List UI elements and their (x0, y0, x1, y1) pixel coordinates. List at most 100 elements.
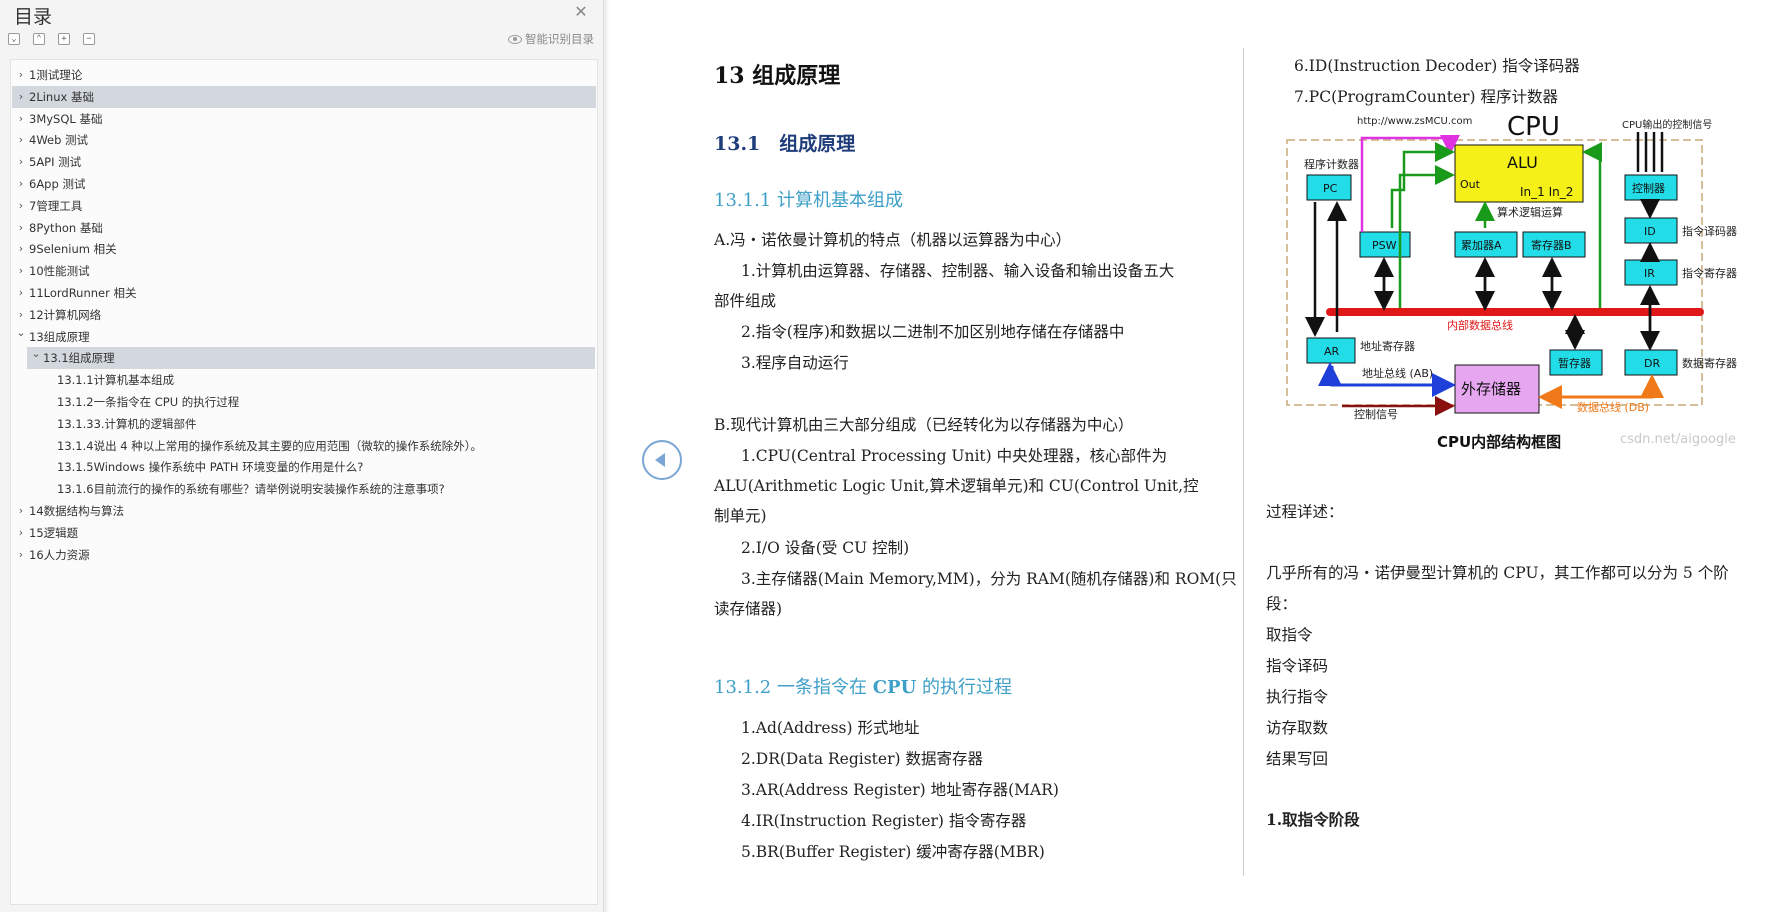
expand-all-icon[interactable]: ⌄ (8, 33, 20, 45)
heading-13-1-2-prefix: 13.1.2 一条指令在 (714, 677, 873, 698)
chevron-down-icon[interactable]: ⌄ (29, 347, 43, 369)
toc-item-label: 7管理工具 (29, 198, 83, 213)
toc-item[interactable]: › 2Linux 基础 (12, 85, 596, 108)
register-b-text: 寄存器B (1531, 238, 1572, 252)
remove-bookmark-icon[interactable]: − (83, 33, 95, 45)
add-bookmark-icon[interactable]: + (58, 33, 70, 45)
diagram-url: http://www.zsMCU.com (1357, 116, 1472, 127)
toc-item-label: 13组成原理 (29, 329, 90, 344)
toc-item[interactable]: › 4Web 测试 (12, 129, 596, 151)
toc-item-label: 15逻辑题 (29, 525, 79, 540)
toc-item[interactable]: › 5API 测试 (12, 151, 596, 173)
toc-item-label: 13.1.4说出 4 种以上常用的操作系统及其主要的应用范围（微软的操作系统除外… (57, 438, 482, 453)
diagram-pc-label: 程序计数器 (1304, 157, 1359, 171)
toc-item[interactable]: 13.1.2一条指令在 CPU 的执行过程 (12, 391, 596, 413)
register-item-7: 7.PC(ProgramCounter) 程序计数器 (1294, 88, 1559, 106)
process-title: 过程详述： (1266, 503, 1344, 521)
chevron-right-icon[interactable]: › (14, 173, 28, 195)
chevron-right-icon[interactable]: › (14, 129, 28, 151)
toc-item-label: 16人力资源 (29, 547, 90, 562)
alu-text: ALU (1507, 153, 1538, 172)
toc-item[interactable]: 13.1.4说出 4 种以上常用的操作系统及其主要的应用范围（微软的操作系统除外… (12, 435, 596, 457)
internal-bus-label: 内部数据总线 (1447, 318, 1513, 332)
smart-toc-button[interactable]: 智能识别目录 (508, 31, 594, 47)
chevron-right-icon[interactable]: › (14, 151, 28, 173)
chevron-right-icon[interactable]: › (14, 195, 28, 217)
toc-item[interactable]: › 10性能测试 (12, 260, 596, 282)
toc-item[interactable]: › 15逻辑题 (12, 522, 596, 544)
chevron-right-icon[interactable]: › (14, 282, 28, 304)
toc-item[interactable]: › 8Python 基础 (12, 217, 596, 239)
chevron-down-icon[interactable]: ⌄ (14, 326, 28, 348)
chevron-right-icon[interactable]: › (14, 217, 28, 239)
temp-register-text: 暂存器 (1558, 356, 1591, 370)
chevron-right-icon[interactable]: › (14, 86, 28, 108)
toc-item[interactable]: 13.1.6目前流行的操作的系统有哪些？请举例说明安装操作系统的注意事项? (12, 478, 596, 500)
toc-tree: › 1测试理论 › 2Linux 基础 › 3MySQL 基础 › 4Web 测试 › 5API … (10, 59, 598, 905)
process-paragraph: 几乎所有的冯・诺伊曼型计算机的 CPU，其工作都可以分为 5 个阶 (1266, 564, 1729, 582)
diagram-caption: CPU内部结构框图 (1437, 433, 1561, 451)
page-shadow (604, 0, 610, 912)
toc-item[interactable]: › 14数据结构与算法 (12, 500, 596, 522)
column-divider (1243, 48, 1244, 876)
toc-header: 目录 ✕ ⌄ ⌃ + − 智能识别目录 (0, 0, 604, 56)
psw-text: PSW (1372, 239, 1397, 252)
id-text: ID (1644, 225, 1656, 238)
toc-item-label: 13.1.33.计算机的逻辑部件 (57, 416, 197, 431)
toc-title: 目录 (14, 6, 53, 28)
heading-13-1-2-cpu: CPU (872, 677, 917, 698)
register-item-6: 6.ID(Instruction Decoder) 指令译码器 (1294, 57, 1580, 75)
toc-item-label: 5API 测试 (29, 155, 82, 170)
toc-item-label: 13.1组成原理 (43, 351, 115, 366)
chevron-right-icon[interactable]: › (14, 260, 28, 282)
chevron-right-icon[interactable]: › (14, 238, 28, 260)
ar-label: 地址寄存器 (1360, 339, 1415, 353)
control-output-lines (1636, 132, 1664, 172)
toc-item[interactable]: › 11LordRunner 相关 (12, 282, 596, 304)
chevron-right-icon[interactable]: › (14, 500, 28, 522)
control-signal-label: 控制信号 (1354, 407, 1398, 421)
toc-sidebar: 目录 ✕ ⌄ ⌃ + − 智能识别目录 › 1测试理论 › 2Linux 基础 › 3My… (0, 0, 604, 912)
heading-13: 13 组成原理 (714, 63, 841, 89)
register-item-4: 4.IR(Instruction Register) 指令寄存器 (741, 812, 1027, 830)
toc-item[interactable]: 13.1.5Windows 操作系统中 PATH 环境变量的作用是什么? (12, 456, 596, 478)
toc-item[interactable]: 13.1.1计算机基本组成 (12, 369, 596, 391)
toc-item[interactable]: › 6App 测试 (12, 173, 596, 195)
stage-item-2: 指令译码 (1266, 657, 1329, 675)
paragraph-a1-cont: 部件组成 (714, 292, 777, 310)
toc-item[interactable]: ⌄ 13.1组成原理 (27, 347, 595, 370)
cpu-structure-diagram: http://www.zsMCU.com CPU CPU输出的控制信号 程序计数… (1282, 110, 1762, 455)
toc-item-label: 2Linux 基础 (29, 89, 94, 104)
toc-item[interactable]: › 3MySQL 基础 (12, 108, 596, 130)
data-bus-label: 数据总线 (DB) (1577, 400, 1649, 414)
chevron-right-icon[interactable]: › (14, 64, 28, 86)
toc-item[interactable]: › 16人力资源 (12, 544, 596, 566)
toc-item-label: 9Selenium 相关 (29, 242, 117, 257)
paragraph-b1-cont: ALU(Arithmetic Logic Unit,算术逻辑单元)和 CU(Co… (714, 477, 1199, 495)
toc-item-label: 14数据结构与算法 (29, 504, 125, 518)
paragraph-a2: 2.指令(程序)和数据以二进制不加区别地存储在存储器中 (741, 323, 1125, 341)
close-icon[interactable]: ✕ (572, 3, 590, 21)
chevron-right-icon[interactable]: › (14, 304, 28, 326)
previous-page-button[interactable] (642, 440, 682, 480)
toc-item[interactable]: ⌄ 13组成原理 (12, 326, 596, 348)
toc-item[interactable]: › 9Selenium 相关 (12, 238, 596, 260)
toc-item[interactable]: › 7管理工具 (12, 195, 596, 217)
paragraph-b1: 1.CPU(Central Processing Unit) 中央处理器，核心部… (741, 447, 1168, 465)
toc-item[interactable]: › 12计算机网络 (12, 304, 596, 326)
chevron-right-icon[interactable]: › (14, 108, 28, 130)
toc-item-label: 6App 测试 (29, 177, 86, 191)
paragraph-a1: 1.计算机由运算器、存储器、控制器、输入设备和输出设备五大 (741, 262, 1175, 280)
external-memory-text: 外存储器 (1461, 380, 1521, 398)
chevron-right-icon[interactable]: › (14, 522, 28, 544)
address-bus-label: 地址总线 (AB) (1362, 366, 1433, 380)
toc-item[interactable]: 13.1.33.计算机的逻辑部件 (12, 413, 596, 435)
paragraph-a3: 3.程序自动运行 (741, 354, 849, 372)
id-label: 指令译码器 (1682, 224, 1737, 238)
heading-fetch-stage: 1.取指令阶段 (1266, 810, 1360, 829)
diagram-control-output-label: CPU输出的控制信号 (1622, 118, 1712, 131)
chevron-right-icon[interactable]: › (14, 544, 28, 566)
toc-item-label: 13.1.1计算机基本组成 (57, 373, 175, 388)
toc-item[interactable]: › 1测试理论 (12, 64, 596, 86)
collapse-all-icon[interactable]: ⌃ (33, 33, 45, 45)
